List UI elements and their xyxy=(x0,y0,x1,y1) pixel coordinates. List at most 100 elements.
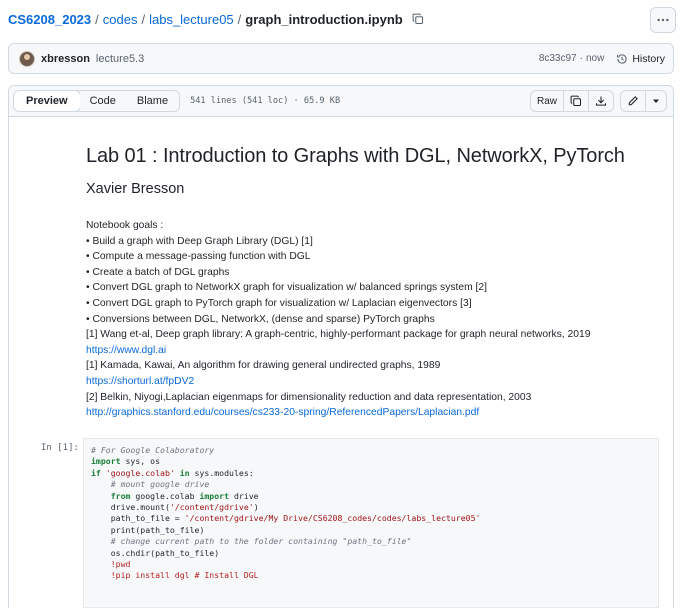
notebook-markdown-cell: Lab 01 : Introduction to Graphs with DGL… xyxy=(86,145,646,421)
code-token: !pip install dgl # Install DGL xyxy=(110,570,259,581)
code-token: import xyxy=(91,456,121,467)
code-token: path_to_file = xyxy=(91,513,185,524)
code-token: google.colab xyxy=(130,490,200,501)
notebook-title: Lab 01 : Introduction to Graphs with DGL… xyxy=(86,145,625,167)
cell-prompt: In [1]: xyxy=(41,443,79,453)
code-token: drive.mount( xyxy=(91,502,170,513)
edit-options-dropdown[interactable] xyxy=(646,91,666,111)
notebook-text-line: • Compute a message-passing function wit… xyxy=(86,251,311,263)
notebook-text-line: Notebook goals : xyxy=(86,220,164,231)
breadcrumb-codes-link[interactable]: codes xyxy=(103,12,138,27)
raw-button[interactable]: Raw xyxy=(531,91,564,111)
code-line: # For Google Colaboratory xyxy=(91,445,651,456)
notebook-text-line: • Conversions between DGL, NetworkX, (de… xyxy=(86,313,435,325)
reference-link-line: https://www.dgl.ai xyxy=(86,343,646,359)
file-meta: 541 lines (541 loc) · 65.9 KB xyxy=(190,96,341,106)
notebook-text-line: • Convert DGL graph to NetworkX graph fo… xyxy=(86,282,487,294)
code-token: 'google.colab' xyxy=(105,467,175,478)
meta-dot: · xyxy=(579,53,583,64)
reference-link-line: http://graphics.stanford.edu/courses/cs2… xyxy=(86,405,646,421)
breadcrumb-lecture-link[interactable]: labs_lecture05 xyxy=(149,12,234,27)
commit-meta: 8c33c97 · now History xyxy=(539,53,665,65)
code-token: '/content/gdrive/My Drive/CS6208_codes/c… xyxy=(184,513,481,524)
breadcrumb-separator: / xyxy=(237,11,242,27)
more-options-button[interactable] xyxy=(650,7,676,33)
code-token: # change current path to the folder cont… xyxy=(110,536,412,547)
download-icon xyxy=(595,96,607,106)
code-line: # change current path to the folder cont… xyxy=(91,536,651,547)
breadcrumb-repo-link[interactable]: CS6208_2023 xyxy=(8,12,91,27)
history-button[interactable]: History xyxy=(616,53,665,65)
code-line: !pwd xyxy=(91,559,651,570)
code-token: sys, os xyxy=(120,456,161,467)
pencil-icon xyxy=(628,96,638,106)
copy-path-icon[interactable] xyxy=(411,12,425,26)
code-line: path_to_file = '/content/gdrive/My Drive… xyxy=(91,513,651,524)
notebook-goals: Notebook goals : • Build a graph with Dee… xyxy=(86,218,646,421)
reference-link[interactable]: https://shorturl.at/fpDV2 xyxy=(86,376,194,387)
notebook-text-line: [2] Belkin, Niyogi,Laplacian eigenmaps f… xyxy=(86,391,532,403)
code-line: from google.colab import drive xyxy=(91,491,651,502)
notebook-text-line: [1] Kamada, Kawai, An algorithm for draw… xyxy=(86,360,441,372)
commit-message[interactable]: lecture5.3 xyxy=(96,53,144,65)
view-mode-tabs: Preview Code Blame xyxy=(13,90,181,112)
code-token: ) xyxy=(253,502,259,513)
copy-icon xyxy=(570,95,582,107)
tab-code[interactable]: Code xyxy=(79,91,127,111)
code-token: if xyxy=(91,467,101,478)
download-button[interactable] xyxy=(589,91,613,111)
commit-time: now xyxy=(585,53,605,64)
notebook-text-line: • Build a graph with Deep Graph Library … xyxy=(86,235,313,247)
triangle-down-icon xyxy=(653,99,659,103)
copy-raw-button[interactable] xyxy=(564,91,589,111)
code-token: in xyxy=(179,467,190,478)
edit-actions-group xyxy=(620,90,667,112)
code-line: # mount google drive xyxy=(91,479,651,490)
notebook-text-line: • Create a batch of DGL graphs xyxy=(86,266,230,278)
code-line: import sys, os xyxy=(91,456,651,467)
breadcrumb-separator: / xyxy=(141,11,146,27)
code-token: sys.modules: xyxy=(189,467,254,478)
code-line: drive.mount('/content/gdrive') xyxy=(91,502,651,513)
commit-sha[interactable]: 8c33c97 xyxy=(539,53,577,64)
notebook-author: Xavier Bresson xyxy=(86,181,185,197)
code-line: os.chdir(path_to_file) xyxy=(91,548,651,559)
code-token: '/content/gdrive' xyxy=(169,502,254,513)
file-header: Preview Code Blame 541 lines (541 loc) ·… xyxy=(9,86,673,117)
breadcrumb-separator: / xyxy=(95,11,99,27)
raw-actions-group: Raw xyxy=(529,90,614,112)
code-cell[interactable]: # For Google Colaboratory import sys, os i… xyxy=(83,438,659,608)
breadcrumb: CS6208_2023 / codes / labs_lecture05 / g… xyxy=(8,9,425,29)
history-label: History xyxy=(632,52,665,65)
latest-commit-bar: xbresson lecture5.3 8c33c97 · now Histor… xyxy=(8,43,674,74)
kebab-horizontal-icon xyxy=(657,18,669,22)
reference-link[interactable]: https://www.dgl.ai xyxy=(86,345,166,356)
breadcrumb-filename: graph_introduction.ipynb xyxy=(245,11,403,27)
code-line: !pip install dgl # Install DGL xyxy=(91,570,651,581)
history-icon xyxy=(617,53,627,64)
code-line: print(path_to_file) xyxy=(91,525,651,536)
reference-link[interactable]: http://graphics.stanford.edu/courses/cs2… xyxy=(86,407,479,418)
file-actions: Raw xyxy=(529,90,667,112)
file-viewer: Preview Code Blame 541 lines (541 loc) ·… xyxy=(8,85,674,608)
code-token: os.chdir(path_to_file) xyxy=(91,547,220,558)
code-token: import xyxy=(199,490,230,501)
avatar[interactable] xyxy=(19,50,35,67)
code-token: from xyxy=(110,490,131,501)
reference-link-line: https://shorturl.at/fpDV2 xyxy=(86,374,646,390)
commit-author[interactable]: xbresson xyxy=(41,53,90,65)
code-token: # For Google Colaboratory xyxy=(91,445,215,455)
edit-button[interactable] xyxy=(621,91,646,111)
tab-preview[interactable]: Preview xyxy=(14,91,81,111)
notebook-text-line: [1] Wang et-al, Deep graph library: A gr… xyxy=(86,329,591,341)
tab-blame[interactable]: Blame xyxy=(126,91,180,111)
code-token: # mount google drive xyxy=(110,479,210,490)
code-token: !pwd xyxy=(110,559,131,570)
code-token: drive xyxy=(229,490,259,501)
code-line: if 'google.colab' in sys.modules: xyxy=(91,468,651,479)
